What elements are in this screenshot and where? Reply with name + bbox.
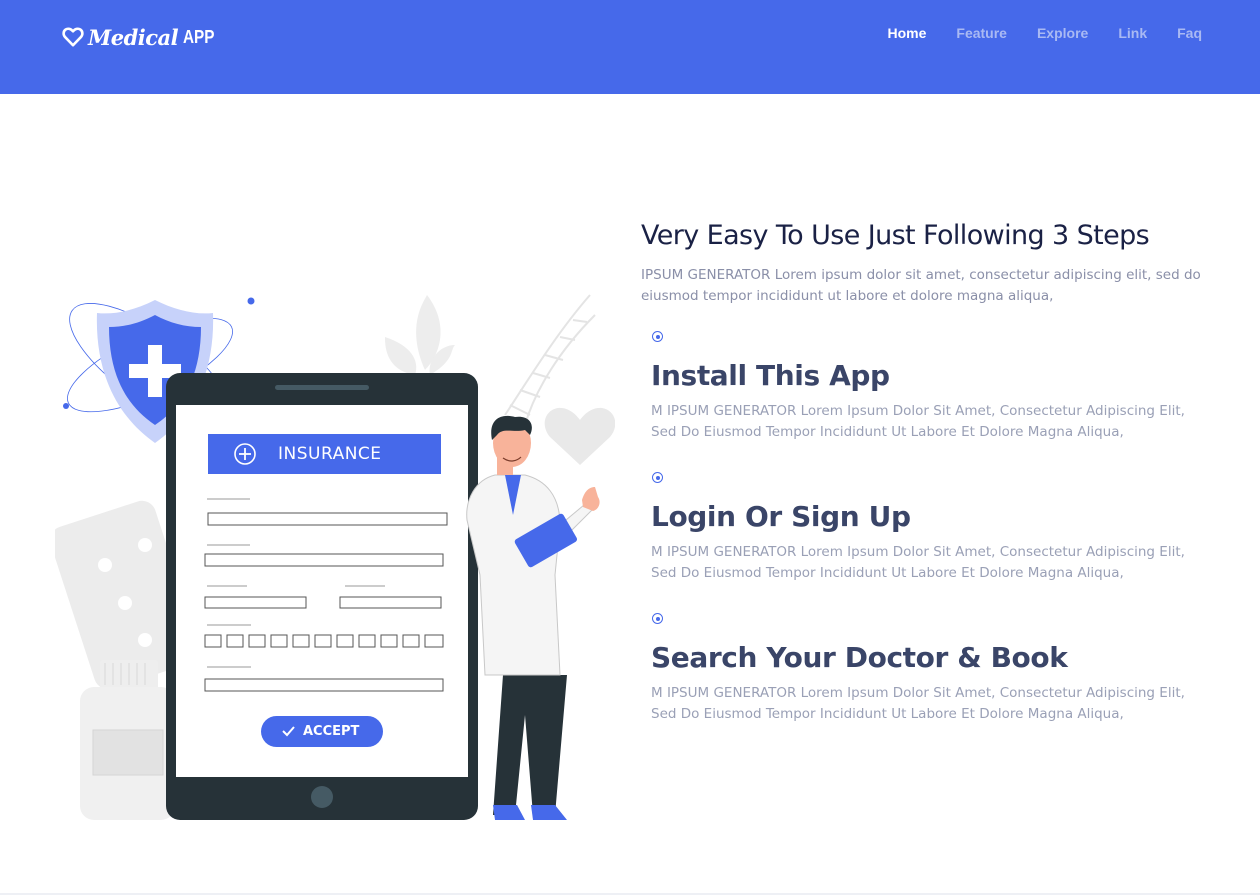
heart-outline-icon bbox=[62, 27, 84, 47]
target-dot-icon bbox=[652, 613, 663, 624]
step-title: Install This App bbox=[651, 359, 890, 392]
steps-list: Install This App M IPSUM GENERATOR Lorem… bbox=[641, 331, 1221, 725]
step-title: Search Your Doctor & Book bbox=[651, 641, 1068, 674]
nav-item-faq[interactable]: Faq bbox=[1177, 24, 1202, 42]
target-dot-icon bbox=[652, 472, 663, 483]
target-dot-icon bbox=[652, 331, 663, 342]
nav-item-explore[interactable]: Explore bbox=[1037, 24, 1088, 42]
pill-bottle-decor bbox=[80, 660, 175, 820]
nav-item-link[interactable]: Link bbox=[1118, 24, 1147, 42]
step-description: M IPSUM GENERATOR Lorem Ipsum Dolor Sit … bbox=[651, 685, 1185, 722]
insurance-card-title: INSURANCE bbox=[278, 444, 382, 464]
hero-illustration: INSURANCE ACCEPT bbox=[50, 275, 616, 830]
step-description: M IPSUM GENERATOR Lorem Ipsum Dolor Sit … bbox=[651, 544, 1185, 581]
doctor-figure bbox=[466, 415, 600, 820]
accept-button: ACCEPT bbox=[303, 724, 360, 739]
dna-decor bbox=[504, 294, 596, 426]
logo[interactable]: Medical APP bbox=[62, 22, 220, 52]
logo-brand-suffix: APP bbox=[183, 26, 215, 47]
step-item: Search Your Doctor & Book M IPSUM GENERA… bbox=[651, 613, 1221, 725]
step-item: Install This App M IPSUM GENERATOR Lorem… bbox=[651, 331, 1221, 443]
heart-decor bbox=[544, 407, 616, 465]
steps-section: Very Easy To Use Just Following 3 Steps … bbox=[641, 220, 1221, 754]
nav-item-feature[interactable]: Feature bbox=[956, 24, 1007, 42]
nav-item-home[interactable]: Home bbox=[887, 24, 926, 42]
logo-brand-text: Medical bbox=[88, 24, 179, 50]
step-title: Login Or Sign Up bbox=[651, 500, 911, 533]
step-item: Login Or Sign Up M IPSUM GENERATOR Lorem… bbox=[651, 472, 1221, 584]
top-navbar: Medical APP Home Feature Explore Link Fa… bbox=[0, 0, 1260, 94]
plant-decor bbox=[385, 295, 455, 375]
doctor-insurance-illustration bbox=[50, 294, 616, 820]
page-title: Very Easy To Use Just Following 3 Steps bbox=[641, 220, 1150, 251]
main-nav: Home Feature Explore Link Faq bbox=[857, 24, 1202, 42]
page-description: IPSUM GENERATOR Lorem ipsum dolor sit am… bbox=[641, 267, 1201, 304]
step-description: M IPSUM GENERATOR Lorem Ipsum Dolor Sit … bbox=[651, 403, 1185, 440]
